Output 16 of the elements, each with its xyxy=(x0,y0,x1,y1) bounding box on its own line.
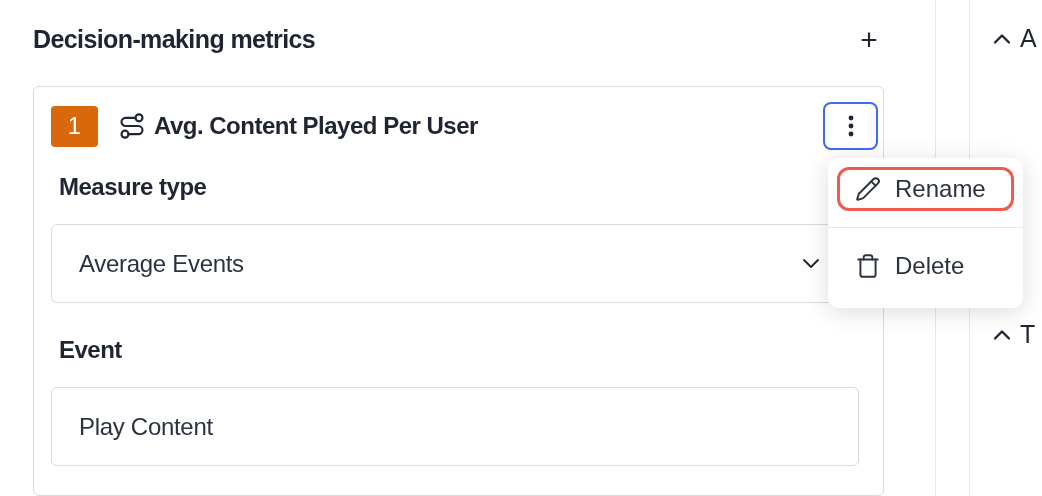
chevron-down-icon xyxy=(803,259,819,268)
more-icon xyxy=(847,115,854,137)
section-heading: A xyxy=(1020,23,1037,55)
pencil-icon xyxy=(855,176,881,202)
menu-item[interactable]: Rename xyxy=(837,167,1014,211)
section-title: Decision-making metrics xyxy=(33,24,316,56)
input-field[interactable]: Play Content xyxy=(51,387,859,466)
trash-icon xyxy=(855,253,881,279)
metric-name: Avg. Content Played Per User xyxy=(154,111,478,141)
field-label: Measure type xyxy=(58,172,208,202)
more-button[interactable] xyxy=(823,102,878,150)
section-heading: T xyxy=(1020,319,1036,351)
add-button[interactable]: + xyxy=(854,25,884,55)
route-icon xyxy=(118,112,146,140)
metric-number: 1 xyxy=(51,105,98,147)
field-label: Event xyxy=(58,335,123,365)
